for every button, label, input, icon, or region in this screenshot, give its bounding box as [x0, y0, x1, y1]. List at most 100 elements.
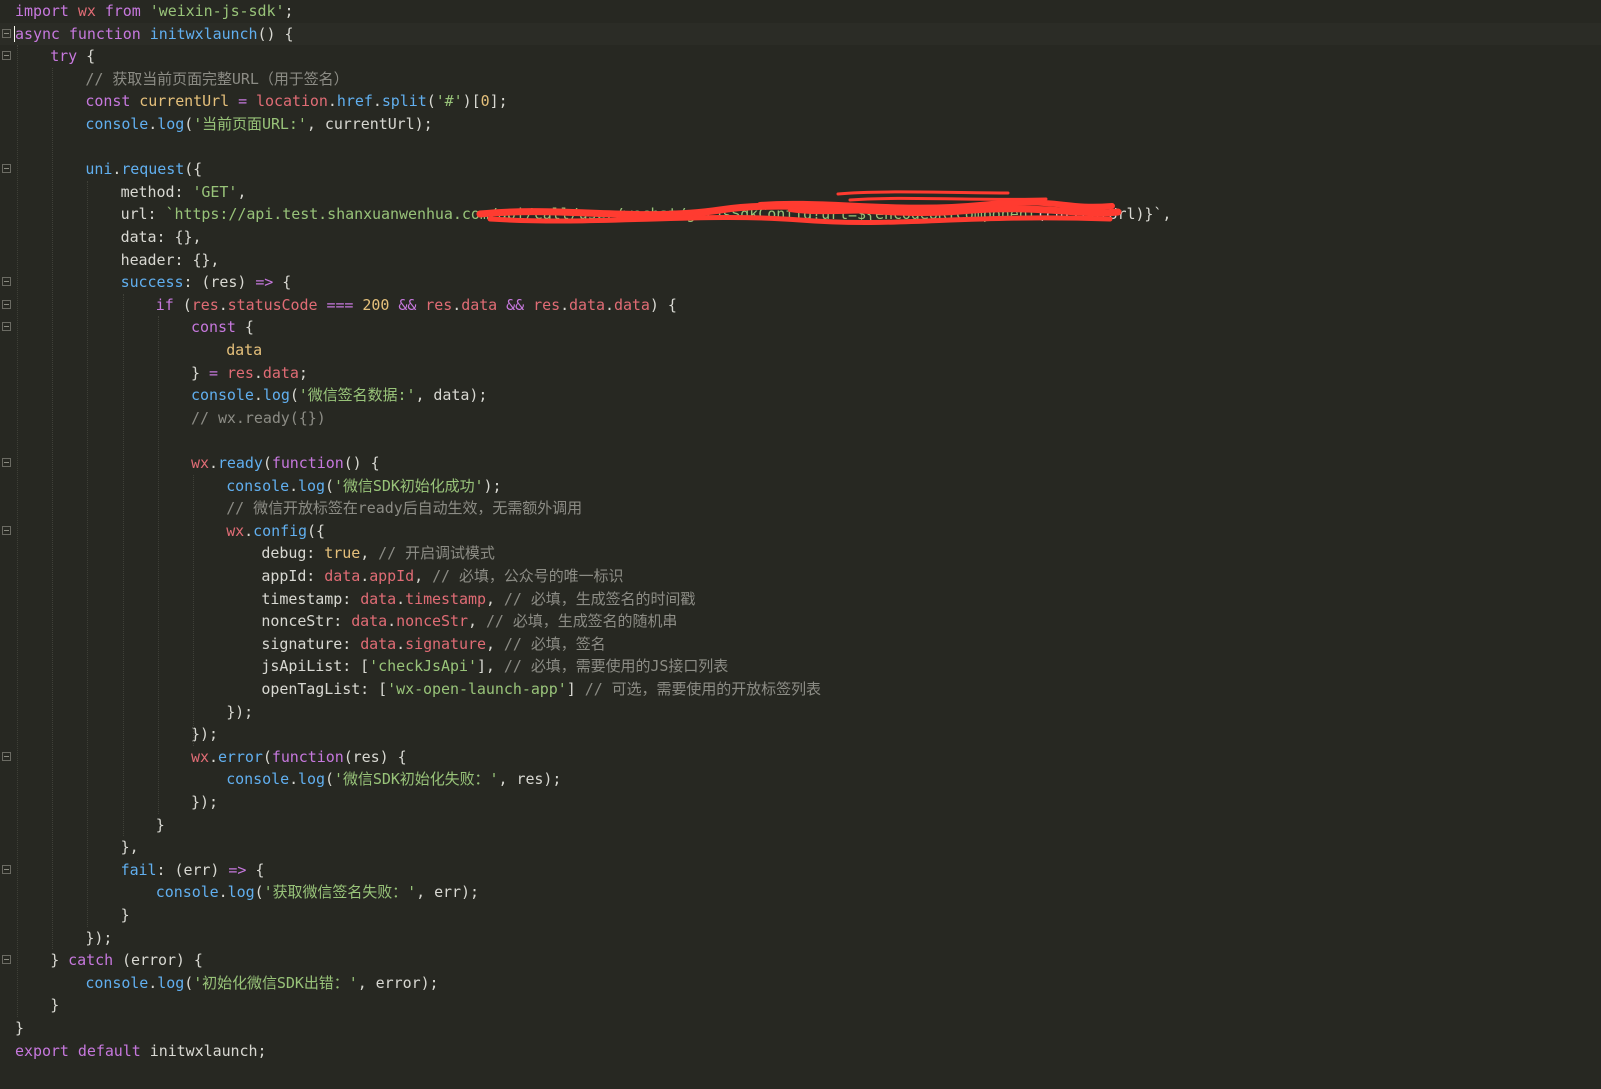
fold-toggle-icon[interactable] [2, 28, 11, 38]
code-line[interactable]: console.log('微信SDK初始化失败：', res); [0, 768, 1601, 791]
fold-toggle-icon[interactable] [2, 51, 11, 61]
code-token: // 必填，生成签名的时间戳 [503, 589, 696, 608]
code-line[interactable]: uni.request({ [0, 158, 1601, 181]
code-line[interactable]: } catch (error) { [0, 949, 1601, 972]
code-line[interactable]: fail: (err) => { [0, 859, 1601, 882]
code-text: console.log('当前页面URL:', currentUrl); [85, 113, 432, 136]
code-token: ( [184, 115, 194, 133]
code-line[interactable]: nonceStr: data.nonceStr, // 必填，生成签名的随机串 [0, 610, 1601, 633]
code-line[interactable]: url: `https://api.test.shanxuanwenhua.co… [0, 203, 1601, 226]
code-line[interactable]: const currentUrl = location.href.split('… [0, 90, 1601, 113]
code-token: }); [191, 725, 218, 744]
code-token: ( [325, 476, 334, 495]
code-token: wx [191, 747, 209, 766]
code-line[interactable]: data [0, 339, 1601, 362]
code-line[interactable]: method: 'GET', [0, 181, 1601, 204]
indent-guide [17, 45, 18, 1017]
code-line[interactable]: } [0, 814, 1601, 837]
code-line[interactable]: } [0, 904, 1601, 927]
code-token: from [104, 2, 141, 20]
code-line[interactable] [0, 136, 1601, 159]
fold-toggle-icon[interactable] [2, 277, 11, 287]
code-text: timestamp: data.timestamp, // 必填，生成签名的时间… [261, 588, 695, 611]
code-line[interactable]: wx.config({ [0, 520, 1601, 543]
code-line[interactable] [0, 429, 1601, 452]
code-text: nonceStr: data.nonceStr, // 必填，生成签名的随机串 [261, 610, 677, 633]
code-token: } [50, 951, 69, 970]
code-line[interactable]: try { [0, 45, 1601, 68]
code-token: 'weixin-js-sdk' [149, 2, 285, 20]
code-line[interactable]: jsApiList: ['checkJsApi'], // 必填，需要使用的JS… [0, 655, 1601, 678]
code-token: import [15, 2, 69, 20]
fold-toggle-icon[interactable] [2, 458, 11, 467]
code-line[interactable]: debug: true, // 开启调试模式 [0, 542, 1601, 565]
indent-guide [122, 293, 124, 837]
code-line[interactable]: console.log('当前页面URL:', currentUrl); [0, 113, 1601, 136]
code-line[interactable]: // 获取当前页面完整URL（用于签名） [0, 68, 1601, 91]
code-token: . [208, 454, 218, 472]
code-line[interactable]: export default initwxlaunch; [0, 1040, 1601, 1063]
code-line[interactable]: wx.error(function(res) { [0, 746, 1601, 769]
code-line[interactable]: const { [0, 316, 1601, 339]
code-line[interactable]: console.log('微信SDK初始化成功'); [0, 475, 1601, 498]
code-text: }, [121, 836, 139, 859]
fold-toggle-icon[interactable] [2, 322, 11, 332]
code-token: true [324, 544, 361, 563]
indent-guide [87, 180, 89, 927]
fold-toggle-icon[interactable] [2, 751, 11, 761]
code-token: res [425, 295, 453, 314]
code-editor[interactable]: import wx from 'weixin-js-sdk'; async fun… [0, 0, 1601, 1089]
code-token: 0 [480, 92, 490, 111]
code-line[interactable]: } = res.data; [0, 362, 1601, 385]
code-line[interactable]: }); [0, 791, 1601, 814]
code-token: const [85, 92, 131, 111]
code-line[interactable]: }); [0, 927, 1601, 950]
code-token: ( [426, 92, 436, 111]
code-line[interactable]: }); [0, 701, 1601, 724]
code-token: catch [68, 951, 114, 970]
code-token: `https://api.test.shanxuanwenhua.com/ [165, 205, 498, 224]
code-token: , error); [357, 973, 439, 992]
code-line[interactable]: if (res.statusCode === 200 && res.data &… [0, 294, 1601, 317]
code-token: . [289, 770, 299, 789]
code-line[interactable]: }); [0, 723, 1601, 746]
code-token: && [506, 295, 525, 314]
code-line[interactable]: } [0, 994, 1601, 1017]
fold-toggle-icon[interactable] [2, 164, 11, 174]
code-text: const currentUrl = location.href.split('… [85, 90, 507, 113]
fold-toggle-icon[interactable] [2, 299, 11, 309]
code-token: // 微信开放标签在ready后自动生效，无需额外调用 [226, 499, 583, 518]
code-line[interactable]: // 微信开放标签在ready后自动生效，无需额外调用 [0, 497, 1601, 520]
code-line[interactable]: import wx from 'weixin-js-sdk'; [0, 0, 1601, 23]
code-line[interactable]: async function initwxlaunch() { [0, 22, 1601, 46]
code-line[interactable]: console.log('获取微信签名失败：', err); [0, 881, 1601, 904]
fold-toggle-icon[interactable] [2, 864, 11, 874]
code-line[interactable]: // wx.ready({}) [0, 407, 1601, 430]
code-line[interactable]: openTagList: ['wx-open-launch-app'] // 可… [0, 678, 1601, 701]
code-line[interactable]: wx.ready(function() { [0, 452, 1601, 475]
code-line[interactable]: data: {}, [0, 226, 1601, 249]
code-token: . [396, 634, 406, 653]
code-line[interactable]: }, [0, 836, 1601, 859]
code-line[interactable]: console.log('初始化微信SDK出错：', error); [0, 972, 1601, 995]
code-line[interactable]: timestamp: data.timestamp, // 必填，生成签名的时间… [0, 588, 1601, 611]
code-line[interactable]: header: {}, [0, 249, 1601, 272]
code-token: () { [343, 454, 380, 472]
code-line[interactable]: success: (res) => { [0, 271, 1601, 294]
code-text: try { [50, 45, 95, 68]
code-line[interactable]: } [0, 1017, 1601, 1040]
fold-toggle-icon[interactable] [2, 955, 11, 965]
code-token: console [226, 770, 290, 789]
code-line[interactable]: signature: data.signature, // 必填，签名 [0, 633, 1601, 656]
code-token: log [157, 973, 185, 992]
fold-toggle-icon[interactable] [2, 525, 11, 535]
code-text: } [156, 814, 165, 837]
code-line[interactable]: console.log('微信签名数据:', data); [0, 384, 1601, 407]
code-token: log [298, 770, 325, 789]
code-text: } [121, 904, 130, 927]
code-token: } [15, 1019, 24, 1037]
code-line[interactable]: appId: data.appId, // 必填，公众号的唯一标识 [0, 565, 1601, 588]
